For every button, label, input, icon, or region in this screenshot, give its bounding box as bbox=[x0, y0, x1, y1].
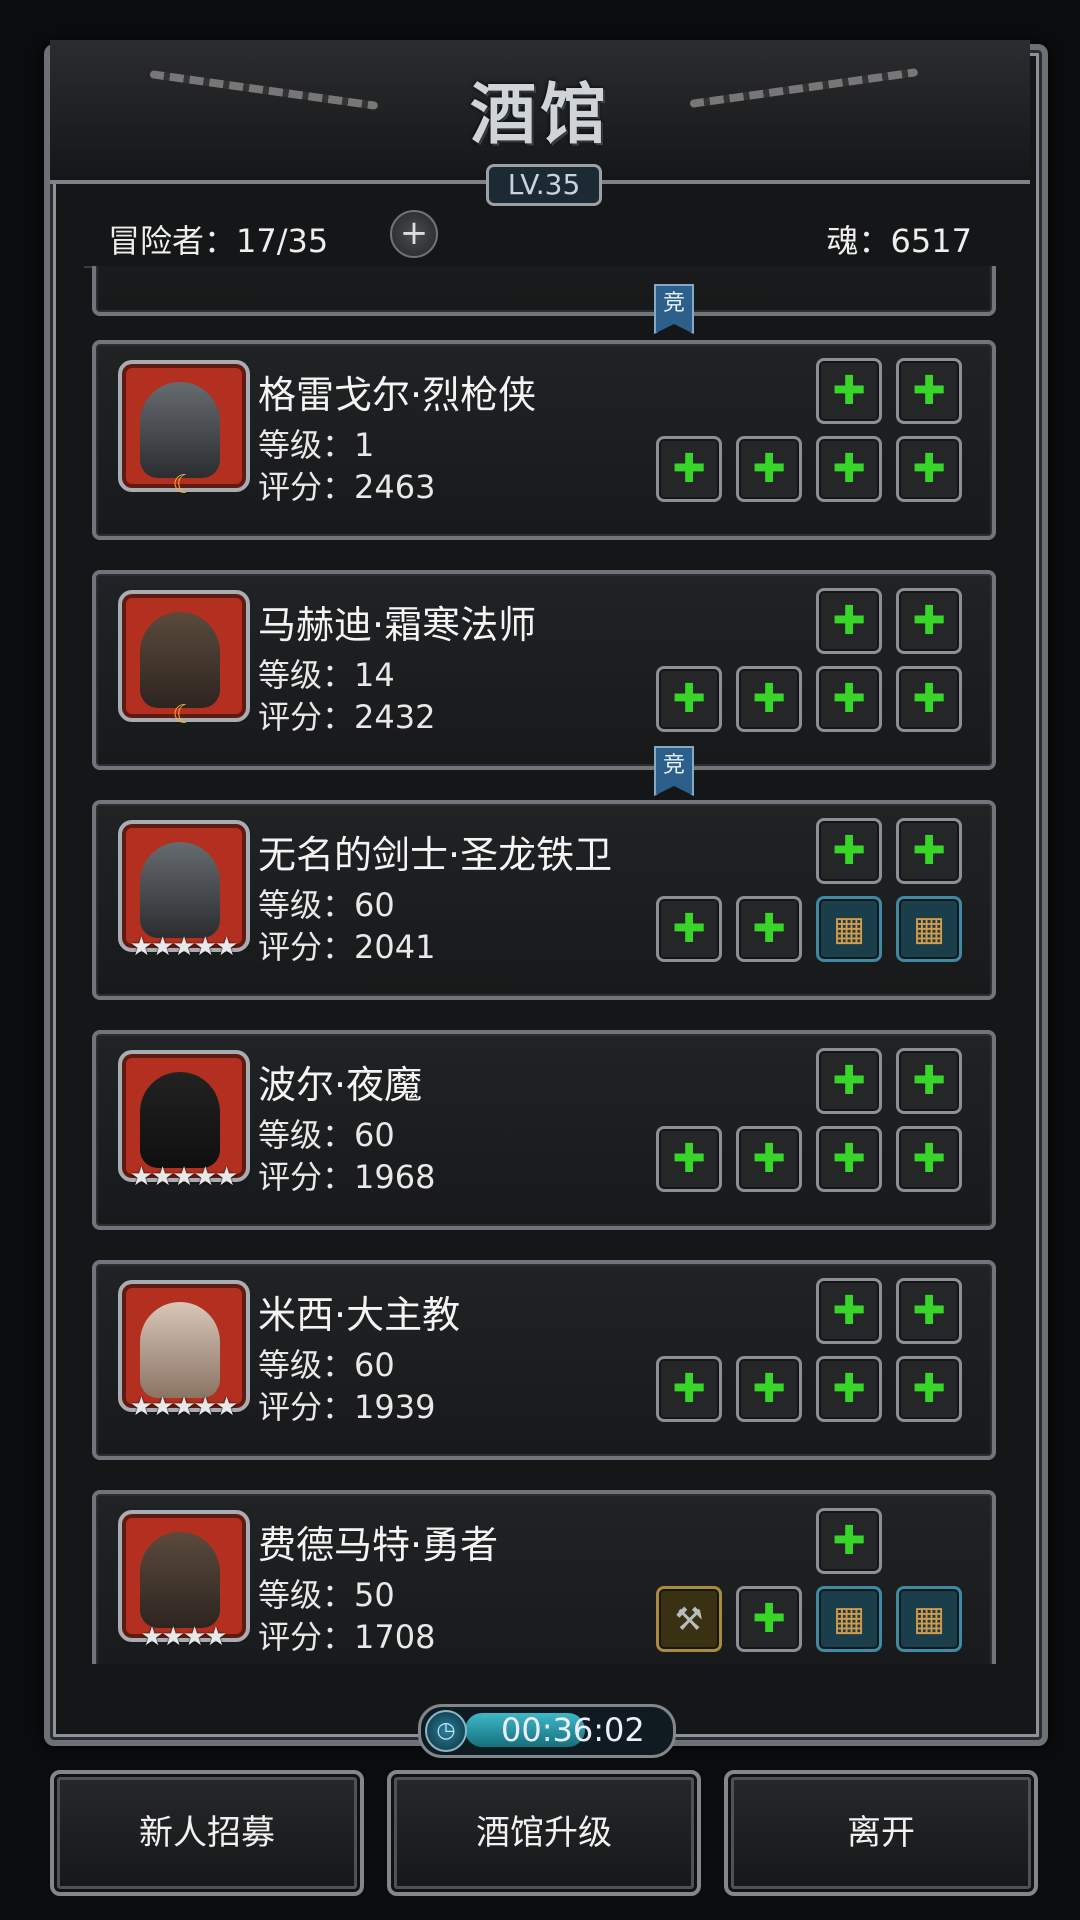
upgrade-tavern-button[interactable]: 酒馆升级 bbox=[387, 1770, 701, 1896]
weapon-slot-empty[interactable]: ✚ bbox=[656, 896, 722, 962]
hero-level: 等级：50 bbox=[258, 1576, 395, 1614]
hero-face bbox=[140, 382, 220, 478]
hero-list[interactable]: 竞 ☾ 格雷戈尔·烈枪侠 等级：1 评分：2463 ✚ ✚ ✚ ✚ ✚ ✚ ☾ … bbox=[84, 266, 996, 1664]
hero-stars: ★★★★★ bbox=[129, 932, 239, 962]
armor-icon: ▦ bbox=[832, 909, 866, 949]
hero-card[interactable]: ★★★★★ 波尔·夜魔 等级：60 评分：1968 ✚ ✚ ✚ ✚ ✚ ✚ bbox=[92, 1030, 996, 1230]
hero-stars: ★★★★ bbox=[140, 1622, 227, 1652]
equip-slot-empty[interactable]: ✚ bbox=[816, 1356, 882, 1422]
equip-slot-empty[interactable]: ✚ bbox=[896, 588, 962, 654]
armor-slot-empty[interactable]: ✚ bbox=[736, 1356, 802, 1422]
armor-slot-filled[interactable]: ▦ bbox=[896, 896, 962, 962]
equip-slot-empty[interactable]: ✚ bbox=[816, 358, 882, 424]
hero-face bbox=[140, 1532, 220, 1628]
add-adventurer-slot-button[interactable]: + bbox=[390, 210, 438, 258]
equip-slot-empty[interactable]: ✚ bbox=[896, 818, 962, 884]
crescent-rank-icon: ☾ bbox=[172, 700, 196, 730]
equip-slot-empty[interactable]: ✚ bbox=[816, 436, 882, 502]
hero-stars: ★★★★★ bbox=[129, 1392, 239, 1422]
adventurer-count: 冒险者：17/35 bbox=[108, 222, 329, 260]
recruit-button[interactable]: 新人招募 bbox=[50, 1770, 364, 1896]
equip-slot-empty[interactable]: ✚ bbox=[896, 1356, 962, 1422]
armor-slot-empty[interactable]: ✚ bbox=[736, 896, 802, 962]
equip-slot-empty[interactable]: ✚ bbox=[816, 588, 882, 654]
hero-name: 米西·大主教 bbox=[258, 1293, 461, 1337]
armor-slot-filled[interactable]: ▦ bbox=[896, 1586, 962, 1652]
hero-face bbox=[140, 1302, 220, 1398]
timer-text: 00:36:02 bbox=[501, 1711, 645, 1749]
recruit-timer: ◷ 00:36:02 bbox=[418, 1704, 676, 1758]
armor-icon: ▦ bbox=[912, 1599, 946, 1639]
hero-card[interactable]: ★★★★★ 无名的剑士·圣龙铁卫 等级：60 评分：2041 ✚ ✚ ✚ ✚ ▦… bbox=[92, 800, 996, 1000]
armor-slot-empty[interactable]: ✚ bbox=[736, 1126, 802, 1192]
armor-icon: ▦ bbox=[912, 909, 946, 949]
hero-face bbox=[140, 612, 220, 708]
hero-card-partial[interactable] bbox=[92, 266, 996, 316]
equip-slot-empty[interactable]: ✚ bbox=[816, 1126, 882, 1192]
equip-slot-empty[interactable]: ✚ bbox=[896, 358, 962, 424]
armor-icon: ▦ bbox=[832, 1599, 866, 1639]
hero-score: 评分：2041 bbox=[258, 928, 436, 966]
crescent-rank-icon: ☾ bbox=[172, 470, 196, 500]
hero-stars: ★★★★★ bbox=[129, 1162, 239, 1192]
armor-slot-empty[interactable]: ✚ bbox=[736, 436, 802, 502]
hero-score: 评分：2463 bbox=[258, 468, 436, 506]
hero-card[interactable]: ☾ 马赫迪·霜寒法师 等级：14 评分：2432 ✚ ✚ ✚ ✚ ✚ ✚ bbox=[92, 570, 996, 770]
weapon-slot-empty[interactable]: ✚ bbox=[656, 666, 722, 732]
weapon-slot-empty[interactable]: ✚ bbox=[656, 1126, 722, 1192]
axe-icon: ⚒ bbox=[674, 1600, 704, 1638]
hero-name: 无名的剑士·圣龙铁卫 bbox=[258, 833, 613, 877]
hero-name: 格雷戈尔·烈枪侠 bbox=[258, 373, 537, 417]
hero-level: 等级：14 bbox=[258, 656, 395, 694]
hero-face bbox=[140, 842, 220, 938]
leave-button[interactable]: 离开 bbox=[724, 1770, 1038, 1896]
hero-name: 马赫迪·霜寒法师 bbox=[258, 603, 537, 647]
equip-slot-empty[interactable]: ✚ bbox=[816, 1048, 882, 1114]
hero-level: 等级：60 bbox=[258, 1346, 395, 1384]
equip-slot-empty[interactable]: ✚ bbox=[896, 436, 962, 502]
armor-slot-filled[interactable]: ▦ bbox=[816, 1586, 882, 1652]
weapon-slot-empty[interactable]: ✚ bbox=[656, 436, 722, 502]
hero-name: 波尔·夜魔 bbox=[258, 1063, 423, 1107]
hero-score: 评分：1968 bbox=[258, 1158, 436, 1196]
page-title: 酒馆 bbox=[470, 75, 610, 153]
soul-currency: 魂：6517 bbox=[826, 222, 972, 260]
hero-face bbox=[140, 1072, 220, 1168]
hero-card[interactable]: ★★★★★ 米西·大主教 等级：60 评分：1939 ✚ ✚ ✚ ✚ ✚ ✚ bbox=[92, 1260, 996, 1460]
hero-score: 评分：2432 bbox=[258, 698, 436, 736]
armor-slot-empty[interactable]: ✚ bbox=[736, 666, 802, 732]
tavern-level-badge: LV.35 bbox=[486, 164, 602, 206]
equip-slot-empty[interactable]: ✚ bbox=[896, 1048, 962, 1114]
equip-slot-empty[interactable]: ✚ bbox=[816, 1278, 882, 1344]
armor-slot-empty[interactable]: ✚ bbox=[736, 1586, 802, 1652]
equip-slot-empty[interactable]: ✚ bbox=[896, 1278, 962, 1344]
hero-score: 评分：1708 bbox=[258, 1618, 436, 1656]
equip-slot-empty[interactable]: ✚ bbox=[816, 1508, 882, 1574]
hero-score: 评分：1939 bbox=[258, 1388, 436, 1426]
hero-level: 等级：60 bbox=[258, 1116, 395, 1154]
hero-card[interactable]: ★★★★ 费德马特·勇者 等级：50 评分：1708 ✚ ⚒ ✚ ▦ ▦ bbox=[92, 1490, 996, 1664]
hero-level: 等级：1 bbox=[258, 426, 375, 464]
equip-slot-empty[interactable]: ✚ bbox=[816, 818, 882, 884]
top-info-bar: 冒险者：17/35 + 魂：6517 bbox=[84, 206, 996, 268]
hero-level: 等级：60 bbox=[258, 886, 395, 924]
weapon-slot-empty[interactable]: ✚ bbox=[656, 1356, 722, 1422]
armor-slot-filled[interactable]: ▦ bbox=[816, 896, 882, 962]
hero-name: 费德马特·勇者 bbox=[258, 1523, 499, 1567]
clock-icon: ◷ bbox=[425, 1710, 467, 1752]
weapon-slot-filled[interactable]: ⚒ bbox=[656, 1586, 722, 1652]
equip-slot-empty[interactable]: ✚ bbox=[896, 1126, 962, 1192]
equip-slot-empty[interactable]: ✚ bbox=[816, 666, 882, 732]
hero-card[interactable]: ☾ 格雷戈尔·烈枪侠 等级：1 评分：2463 ✚ ✚ ✚ ✚ ✚ ✚ bbox=[92, 340, 996, 540]
arena-tag: 竞 bbox=[654, 746, 694, 796]
arena-tag: 竞 bbox=[654, 284, 694, 334]
equip-slot-empty[interactable]: ✚ bbox=[896, 666, 962, 732]
